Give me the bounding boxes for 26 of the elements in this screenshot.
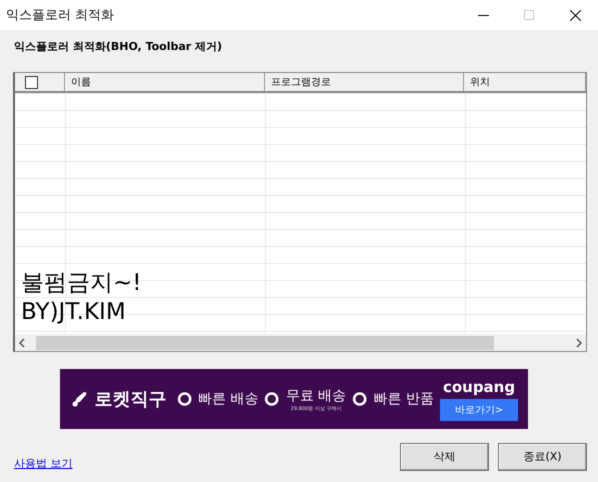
section-heading: 익스플로러 최적화(BHO, Toolbar 제거) [14, 39, 224, 55]
ad-feature: 빠른 반품 [374, 390, 434, 408]
scrollbar-thumb[interactable] [36, 336, 494, 350]
ad-feature: 빠른 배송 [198, 390, 258, 408]
scroll-right-icon[interactable] [575, 338, 583, 348]
help-link[interactable]: 사용법 보기 [14, 456, 391, 471]
dialog-button[interactable]: 삭제 [400, 442, 489, 470]
badge-icon [176, 390, 192, 408]
badge-icon [264, 390, 280, 408]
ad-title: 로켓직구 [94, 388, 167, 411]
scroll-left-icon[interactable] [18, 338, 26, 348]
go-button[interactable]: 바로가기> [440, 398, 518, 420]
badge-icon [352, 390, 368, 408]
maximize-icon [524, 10, 534, 20]
window-title: 익스플로러 최적화 [6, 7, 116, 24]
column-header[interactable]: 이름 [71, 75, 91, 89]
overlay-text: BY)JT.KIM [21, 298, 127, 327]
ad-feature: 무료 배송 [286, 386, 346, 404]
dialog-button[interactable]: 종료(X) [498, 442, 587, 470]
column-header[interactable]: 위치 [470, 75, 490, 89]
column-header[interactable]: 프로그램경로 [271, 75, 331, 89]
minimize-icon [478, 14, 488, 16]
ad-logo: coupang [442, 378, 516, 396]
close-icon [570, 10, 580, 20]
select-all-checkbox[interactable] [25, 76, 38, 88]
overlay-text: 불펌금지~! [21, 269, 142, 298]
